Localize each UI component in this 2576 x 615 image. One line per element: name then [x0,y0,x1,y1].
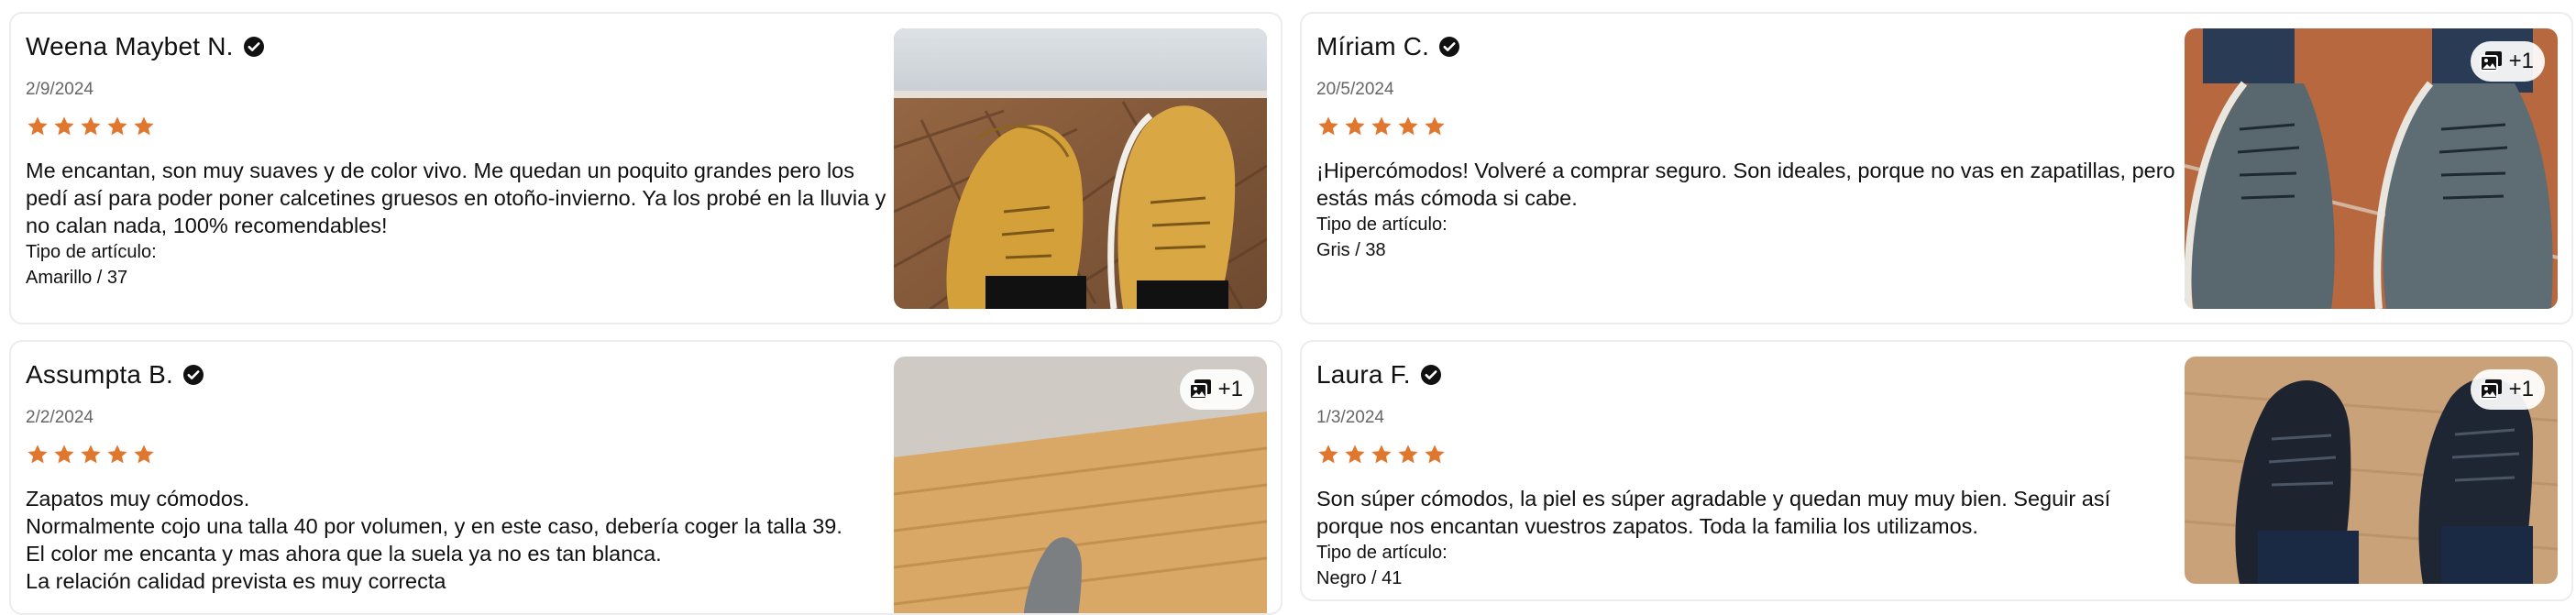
star-icon [105,443,129,467]
review-body: Me encantan, son muy suaves y de color v… [26,157,887,291]
review-photo[interactable]: +1 [894,357,1267,613]
star-icon [1423,443,1447,467]
review-date: 2/9/2024 [26,80,94,99]
review-body: Son súper cómodos, la piel es súper agra… [1316,485,2178,591]
review-text-line: La relación calidad prevista es muy corr… [26,569,446,593]
verified-icon [1420,364,1442,386]
star-icon [1343,115,1367,138]
review-card: Weena Maybet N. 2/9/2024 Me encantan, so… [9,12,1282,324]
star-rating [1316,115,1447,138]
reviewer-row: Laura F. [1316,360,1442,390]
item-type-value: Gris / 38 [1316,240,1386,260]
star-icon [105,115,129,138]
review-card: Laura F. 1/3/2024 Son súper cómodos, la … [1300,340,2573,601]
review-text: Me encantan, son muy suaves y de color v… [26,159,886,237]
review-date: 2/2/2024 [26,408,94,427]
star-icon [26,115,50,138]
photo-count-badge[interactable]: +1 [1179,369,1254,410]
photo-count: +1 [2508,377,2534,401]
review-text-line: Normalmente cojo una talla 40 por volume… [26,514,842,538]
reviewer-name: Assumpta B. [26,360,173,389]
reviewer-name: Míriam C. [1316,32,1430,60]
item-type-value: Amarillo / 37 [26,268,128,288]
item-type-value: Negro / 41 [1316,568,1403,588]
verified-icon [243,36,265,58]
reviewer-row: Assumpta B. [26,360,204,390]
star-icon [1423,115,1447,138]
reviewer-row: Míriam C. [1316,32,1460,61]
review-photo[interactable]: +1 [2185,28,2558,309]
item-type-label: Tipo de artículo: [26,242,157,262]
gallery-icon [1187,376,1215,403]
star-icon [1396,443,1420,467]
item-type-label: Tipo de artículo: [1316,214,1448,235]
photo-count-badge[interactable]: +1 [2470,369,2545,410]
review-photo[interactable] [894,28,1267,309]
reviewer-name: Weena Maybet N. [26,32,234,60]
star-rating [26,443,156,467]
star-icon [1316,443,1340,467]
review-body: ¡Hipercómodos! Volveré a comprar seguro.… [1316,157,2178,263]
star-icon [52,115,76,138]
star-icon [132,443,156,467]
reviewer-name: Laura F. [1316,360,1411,389]
gallery-icon [2478,376,2505,403]
star-icon [79,115,103,138]
reviewer-row: Weena Maybet N. [26,32,265,61]
star-icon [26,443,50,467]
star-icon [1316,115,1340,138]
review-date: 1/3/2024 [1316,408,1384,427]
gallery-icon [2478,48,2505,75]
star-rating [26,115,156,138]
photo-count: +1 [1217,377,1243,401]
verified-icon [1438,36,1460,58]
boots-photo-image [894,28,1267,309]
star-icon [1370,443,1393,467]
star-icon [132,115,156,138]
review-card: Assumpta B. 2/2/2024 Zapatos muy cómodos… [9,340,1282,615]
star-rating [1316,443,1447,467]
review-photo[interactable]: +1 [2185,357,2558,584]
item-type-label: Tipo de artículo: [1316,543,1448,563]
review-body: Zapatos muy cómodos. Normalmente cojo un… [26,485,887,595]
star-icon [1370,115,1393,138]
verified-icon [182,364,204,386]
review-card: Míriam C. 20/5/2024 ¡Hipercómodos! Volve… [1300,12,2573,324]
review-text-line: El color me encanta y mas ahora que la s… [26,542,662,566]
star-icon [79,443,103,467]
review-text-line: Zapatos muy cómodos. [26,487,250,511]
review-text: Son súper cómodos, la piel es súper agra… [1316,487,2111,538]
review-date: 20/5/2024 [1316,80,1394,99]
photo-count: +1 [2508,49,2534,73]
star-icon [1396,115,1420,138]
photo-count-badge[interactable]: +1 [2470,41,2545,82]
review-text: ¡Hipercómodos! Volveré a comprar seguro.… [1316,159,2175,210]
star-icon [1343,443,1367,467]
star-icon [52,443,76,467]
